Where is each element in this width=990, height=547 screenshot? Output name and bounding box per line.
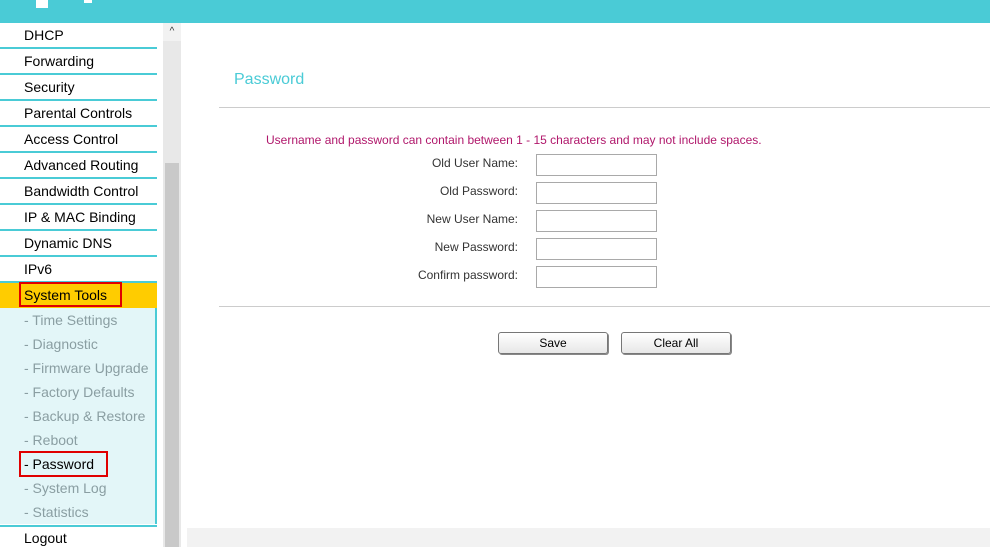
new-username-input[interactable] xyxy=(536,210,657,232)
brand-logo-fragment xyxy=(84,0,92,3)
sidebar-item-advanced-routing[interactable]: Advanced Routing xyxy=(0,153,157,179)
new-password-input[interactable] xyxy=(536,238,657,260)
sidebar-item-label: Parental Controls xyxy=(24,105,133,121)
new-username-label: New User Name: xyxy=(426,212,518,226)
sidebar-item-label: Security xyxy=(24,79,75,95)
divider xyxy=(219,306,990,307)
submenu-item-time-settings[interactable]: - Time Settings xyxy=(0,308,155,332)
sidebar-scrollbar[interactable]: ^ xyxy=(163,23,181,547)
sidebar-menu: DHCP Forwarding Security Parental Contro… xyxy=(0,23,157,547)
sidebar-item-security[interactable]: Security xyxy=(0,75,157,101)
new-password-label: New Password: xyxy=(434,240,518,254)
page-title: Password xyxy=(234,71,305,88)
scrollbar-thumb[interactable] xyxy=(165,163,179,547)
password-rules-note: Username and password can contain betwee… xyxy=(266,133,762,147)
sidebar-item-label: IP & MAC Binding xyxy=(24,209,136,225)
submenu-item-label: - Factory Defaults xyxy=(24,384,135,400)
submenu-item-label: - System Log xyxy=(24,480,107,496)
submenu-item-diagnostic[interactable]: - Diagnostic xyxy=(0,332,155,356)
submenu-item-label: - Statistics xyxy=(24,504,89,520)
sidebar-item-label: Access Control xyxy=(24,131,119,147)
highlight-box-password xyxy=(19,451,108,477)
main-content: Password Username and password can conta… xyxy=(183,23,990,547)
save-button[interactable]: Save xyxy=(498,332,608,354)
submenu-item-reboot[interactable]: - Reboot xyxy=(0,428,155,452)
old-username-label: Old User Name: xyxy=(431,156,518,170)
submenu-item-firmware-upgrade[interactable]: - Firmware Upgrade xyxy=(0,356,155,380)
highlight-box-system-tools xyxy=(19,282,122,307)
sidebar-item-label: Logout xyxy=(24,530,67,546)
clear-all-button[interactable]: Clear All xyxy=(621,332,731,354)
submenu-item-label: - Time Settings xyxy=(24,312,118,328)
submenu-item-system-log[interactable]: - System Log xyxy=(0,476,155,500)
brand-logo-fragment xyxy=(36,0,48,8)
sidebar-item-label: Advanced Routing xyxy=(24,157,139,173)
sidebar-item-dhcp[interactable]: DHCP xyxy=(0,23,157,49)
footer-strip xyxy=(187,528,990,547)
old-password-input[interactable] xyxy=(536,182,657,204)
sidebar-item-dynamic-dns[interactable]: Dynamic DNS xyxy=(0,231,157,257)
submenu-item-backup-restore[interactable]: - Backup & Restore xyxy=(0,404,155,428)
sidebar-item-label: IPv6 xyxy=(24,261,53,277)
sidebar-item-label: DHCP xyxy=(24,27,64,43)
system-tools-submenu: - Time Settings - Diagnostic - Firmware … xyxy=(0,308,157,524)
scroll-up-icon[interactable]: ^ xyxy=(163,23,181,41)
sidebar-item-parental-controls[interactable]: Parental Controls xyxy=(0,101,157,127)
top-banner xyxy=(0,0,990,23)
sidebar-item-access-control[interactable]: Access Control xyxy=(0,127,157,153)
sidebar-item-logout[interactable]: Logout xyxy=(0,525,157,547)
submenu-item-label: - Backup & Restore xyxy=(24,408,146,424)
sidebar-item-ip-mac-binding[interactable]: IP & MAC Binding xyxy=(0,205,157,231)
sidebar-item-label: Forwarding xyxy=(24,53,95,69)
sidebar-item-ipv6[interactable]: IPv6 xyxy=(0,257,157,283)
sidebar-item-bandwidth-control[interactable]: Bandwidth Control xyxy=(0,179,157,205)
sidebar-item-forwarding[interactable]: Forwarding xyxy=(0,49,157,75)
confirm-password-label: Confirm password: xyxy=(417,268,518,282)
old-username-input[interactable] xyxy=(536,154,657,176)
submenu-item-label: - Firmware Upgrade xyxy=(24,360,149,376)
submenu-item-factory-defaults[interactable]: - Factory Defaults xyxy=(0,380,155,404)
sidebar-item-label: Dynamic DNS xyxy=(24,235,112,251)
confirm-password-input[interactable] xyxy=(536,266,657,288)
divider xyxy=(219,107,990,108)
old-password-label: Old Password: xyxy=(439,184,518,198)
submenu-item-label: - Diagnostic xyxy=(24,336,98,352)
submenu-item-label: - Reboot xyxy=(24,432,78,448)
sidebar-item-label: Bandwidth Control xyxy=(24,183,139,199)
submenu-item-statistics[interactable]: - Statistics xyxy=(0,500,155,524)
